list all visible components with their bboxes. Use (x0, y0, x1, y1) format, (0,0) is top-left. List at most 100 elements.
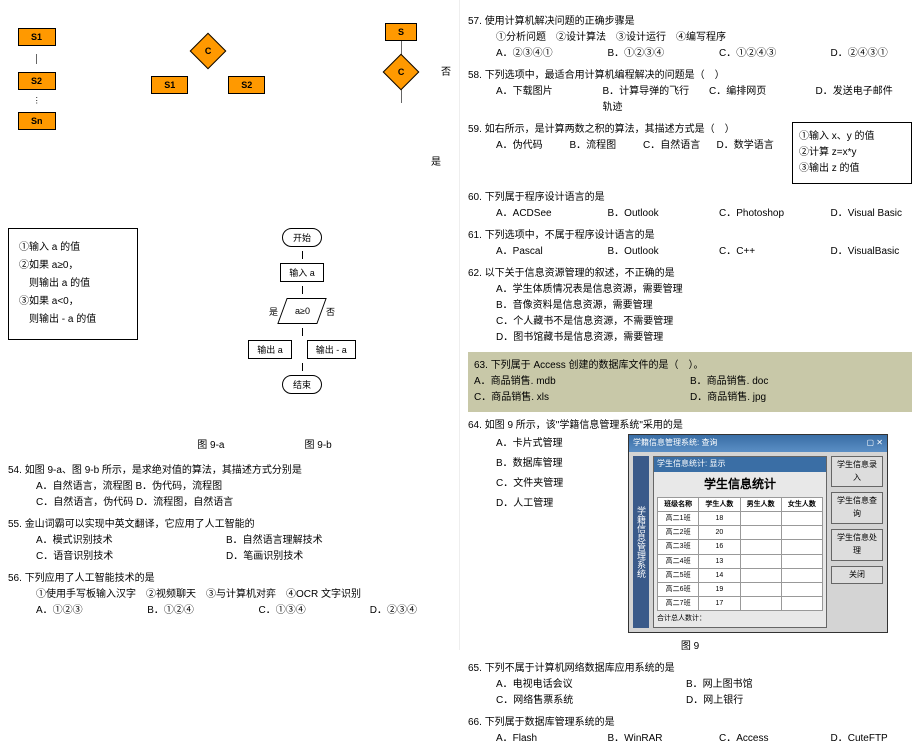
fc-cond: a≥0 (277, 298, 326, 324)
question-56: 56. 下列应用了人工智能技术的是 ①使用手写板输入汉字 ②视频聊天 ③与计算机… (8, 571, 451, 619)
q62-opt-d: D．图书馆藏书是信息资源，需要管理 (496, 330, 696, 346)
q54-opt-cd: C．自然语言，伪代码 D．流程图，自然语言 (36, 495, 451, 511)
pseudo-line-3: 则输出 a 的值 (19, 275, 127, 293)
question-61: 61. 下列选项中，不属于程序设计语言的是 A．Pascal B．Outlook… (468, 228, 912, 260)
top-diagrams: S1 S2 ⋮ Sn C S1 S2 S 否 C 是 (8, 8, 451, 188)
q63-opt-a: A．商品销售. mdb (474, 374, 690, 390)
q63-opt-d: D．商品销售. jpg (690, 390, 906, 406)
q60-opt-c: C．Photoshop (719, 206, 801, 222)
q65-opt-d: D．网上银行 (686, 693, 846, 709)
fc-no: 否 (326, 305, 335, 318)
q59-opt-b: B．流程图 (570, 138, 636, 154)
q66-opt-a: A．Flash (496, 731, 578, 747)
q61-opt-b: B．Outlook (608, 244, 690, 260)
q66-opt-b: B．WinRAR (608, 731, 690, 747)
q61-opt-a: A．Pascal (496, 244, 578, 260)
fig-9b-label: 图 9-b (305, 436, 332, 451)
q57-sub: ①分析问题 ②设计算法 ③设计运行 ④编写程序 (468, 30, 912, 46)
q62-opt-c: C．个人藏书不是信息资源，不需要管理 (496, 314, 696, 330)
q56-opt-a: A．①②③ (36, 603, 117, 619)
fc-yes: 是 (269, 305, 278, 318)
app-window: 学籍信息管理系统: 查询 ▢ ✕ 学籍信息管理系统 学生信息统计: 显示 学生信… (628, 434, 888, 633)
q58-opt-a: A．下载图片 (496, 84, 593, 116)
btn-close[interactable]: 关闭 (831, 566, 883, 585)
fig-9-label: 图 9 (468, 639, 912, 655)
label-yes: 是 (431, 153, 441, 168)
app-sidebar: 学籍信息管理系统 (633, 456, 649, 629)
q58-opt-c: C．编排网页 (709, 84, 806, 116)
pseudocode-box: ①输入 a 的值 ②如果 a≥0， 则输出 a 的值 ③如果 a<0， 则输出 … (8, 228, 138, 340)
question-58: 58. 下列选项中，最适合用计算机编程解决的问题是（ ） A．下载图片 B．计算… (468, 68, 912, 116)
q64-opt-b: B．数据库管理 (496, 454, 618, 474)
fc-out-a: 输出 a (248, 340, 292, 359)
middle-diagrams: ①输入 a 的值 ②如果 a≥0， 则输出 a 的值 ③如果 a<0， 则输出 … (8, 228, 451, 428)
question-66: 66. 下列属于数据库管理系统的是 A．Flash B．WinRAR C．Acc… (468, 715, 912, 747)
table-row: 高二2班20 (658, 526, 823, 540)
question-59: ①输入 x、y 的值 ②计算 z=x*y ③输出 z 的值 59. 如右所示，是… (468, 122, 912, 184)
fc-end: 结束 (282, 375, 322, 394)
box-loop-s: S (385, 23, 417, 41)
q59-algorithm-box: ①输入 x、y 的值 ②计算 z=x*y ③输出 z 的值 (792, 122, 912, 184)
question-64: 64. 如图 9 所示，该"学籍信息管理系统"采用的是 A．卡片式管理 B．数据… (468, 418, 912, 655)
btn-process[interactable]: 学生信息处理 (831, 529, 883, 561)
fc-input: 输入 a (280, 263, 324, 282)
app-sub-title: 学生信息统计: 显示 (654, 457, 826, 472)
btn-query[interactable]: 学生信息查询 (831, 492, 883, 524)
q59-box-l1: ①输入 x、y 的值 (799, 129, 905, 145)
question-57: 57. 使用计算机解决问题的正确步骤是 ①分析问题 ②设计算法 ③设计运行 ④编… (468, 14, 912, 62)
q62-opt-a: A．学生体质情况表是信息资源，需要管理 (496, 282, 696, 298)
q57-opt-b: B．①②③④ (608, 46, 690, 62)
box-branch-s2: S2 (228, 76, 265, 94)
q59-box-l2: ②计算 z=x*y (799, 145, 905, 161)
th-class: 班级名称 (658, 497, 699, 511)
table-row: 高二1班18 (658, 511, 823, 525)
q63-opt-b: B．商品销售. doc (690, 374, 906, 390)
q61-opt-d: D．VisualBasic (831, 244, 913, 260)
th-male: 男生人数 (740, 497, 781, 511)
question-54: 54. 如图 9-a、图 9-b 所示，是求绝对值的算法，其描述方式分别是 A．… (8, 463, 451, 511)
q55-opt-a: A．模式识别技术 (36, 533, 196, 549)
pseudo-line-2: ②如果 a≥0， (19, 257, 127, 275)
q57-opt-d: D．②④③① (831, 46, 913, 62)
app-title-text: 学籍信息管理系统: 查询 (633, 437, 717, 450)
question-63: 63. 下列属于 Access 创建的数据库文件的是（ ）。 A．商品销售. m… (468, 352, 912, 412)
app-footer: 合计总人数计： (657, 613, 823, 624)
q56-opt-c: C．①③④ (259, 603, 340, 619)
table-row: 高二7班17 (658, 597, 823, 611)
q58-opt-d: D．发送电子邮件 (816, 84, 913, 116)
app-titlebar: 学籍信息管理系统: 查询 ▢ ✕ (629, 435, 887, 452)
window-controls-icon[interactable]: ▢ ✕ (867, 437, 883, 450)
box-sn: Sn (18, 112, 56, 130)
q59-box-l3: ③输出 z 的值 (799, 161, 905, 177)
fig-9a-label: 图 9-a (197, 436, 224, 451)
q57-opt-a: A．②③④① (496, 46, 578, 62)
box-branch-s1: S1 (151, 76, 188, 94)
label-no: 否 (441, 63, 451, 78)
branch-diagram: C S1 S2 (71, 8, 346, 188)
sequence-diagram: S1 S2 ⋮ Sn (8, 8, 66, 188)
q60-opt-a: A．ACDSee (496, 206, 578, 222)
q57-opt-c: C．①②④③ (719, 46, 801, 62)
q63-opt-c: C．商品销售. xls (474, 390, 690, 406)
pseudo-line-1: ①输入 a 的值 (19, 239, 127, 257)
pseudo-line-5: 则输出 - a 的值 (19, 311, 127, 329)
question-65: 65. 下列不属于计算机网络数据库应用系统的是 A．电视电话会议 B．网上图书馆… (468, 661, 912, 709)
btn-input[interactable]: 学生信息录入 (831, 456, 883, 488)
pseudo-line-4: ③如果 a<0， (19, 293, 127, 311)
table-row: 高二4班13 (658, 554, 823, 568)
loop-diagram: S 否 C 是 (351, 8, 451, 188)
q60-opt-d: D．Visual Basic (831, 206, 913, 222)
q65-opt-a: A．电视电话会议 (496, 677, 656, 693)
table-row: 高二6班19 (658, 582, 823, 596)
table-row: 高二5班14 (658, 568, 823, 582)
flowchart-9b: 开始 输入 a 是 a≥0 否 输出 a 输出 - a 结束 (153, 228, 451, 394)
box-s1: S1 (18, 28, 56, 46)
question-55: 55. 金山词霸可以实现中英文翻译，它应用了人工智能的 A．模式识别技术 B．自… (8, 517, 451, 565)
fc-out-neg-a: 输出 - a (307, 340, 356, 359)
app-table: 班级名称 学生人数 男生人数 女生人数 高二1班18高二2班20高二3班16高二… (657, 497, 823, 612)
q59-opt-d: D．数学语言 (717, 138, 783, 154)
fc-start: 开始 (282, 228, 322, 247)
th-female: 女生人数 (781, 497, 822, 511)
q64-opt-d: D．人工管理 (496, 494, 618, 514)
q59-opt-a: A．伪代码 (496, 138, 562, 154)
